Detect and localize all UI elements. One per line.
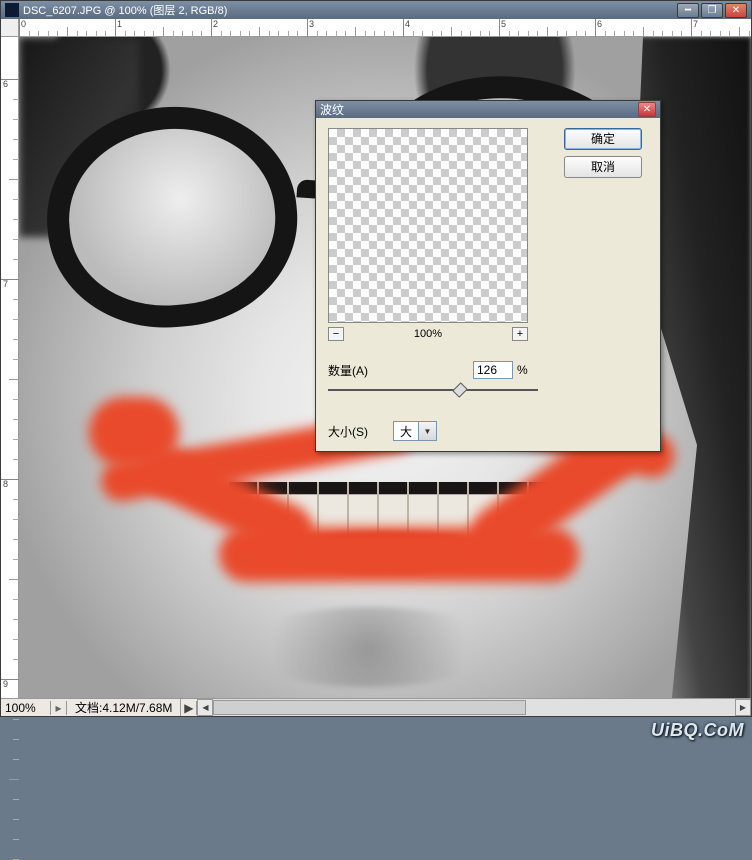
zoom-level[interactable]: 100% bbox=[1, 701, 51, 715]
amount-input[interactable] bbox=[473, 361, 513, 379]
watermark-logo: UiBQ.CoM bbox=[651, 720, 744, 741]
amount-label: 数量(A) bbox=[328, 362, 388, 379]
dialog-titlebar[interactable]: 波纹 ✕ bbox=[316, 101, 660, 118]
scroll-right-icon[interactable]: ▶ bbox=[735, 699, 751, 716]
status-bar: 100% ▸ 文档:4.12M/7.68M ▶ ◀ ▶ bbox=[1, 698, 751, 716]
scroll-left-icon[interactable]: ◀ bbox=[197, 699, 213, 716]
size-label: 大小(S) bbox=[328, 423, 388, 440]
minimize-button[interactable]: ━ bbox=[677, 3, 699, 18]
horizontal-scrollbar[interactable]: ◀ ▶ bbox=[197, 699, 751, 716]
zoom-out-button[interactable]: − bbox=[328, 327, 344, 341]
chevron-down-icon[interactable]: ▼ bbox=[418, 422, 436, 440]
ok-button[interactable]: 确定 bbox=[564, 128, 642, 150]
ruler-origin[interactable] bbox=[1, 19, 19, 37]
size-select-value: 大 bbox=[394, 423, 418, 440]
preview-zoom-label: 100% bbox=[344, 328, 512, 340]
scroll-track[interactable] bbox=[213, 699, 735, 716]
cancel-button[interactable]: 取消 bbox=[564, 156, 642, 178]
zoom-in-button[interactable]: + bbox=[512, 327, 528, 341]
document-size: 文档:4.12M/7.68M bbox=[67, 699, 181, 716]
window-title: DSC_6207.JPG @ 100% (图层 2, RGB/8) bbox=[23, 2, 677, 18]
dialog-close-button[interactable]: ✕ bbox=[638, 102, 656, 117]
ruler-horizontal[interactable]: 01234567 bbox=[19, 19, 751, 37]
ripple-dialog: 波纹 ✕ − 100% + 数量(A) % 大小(S) 大 bbox=[315, 100, 661, 452]
size-select[interactable]: 大 ▼ bbox=[393, 421, 437, 441]
status-menu-arrow-icon[interactable]: ▶ bbox=[181, 701, 197, 715]
dialog-title: 波纹 bbox=[320, 101, 638, 118]
amount-unit: % bbox=[517, 363, 528, 377]
amount-slider[interactable] bbox=[328, 381, 538, 399]
scroll-thumb[interactable] bbox=[213, 700, 526, 715]
status-play-icon[interactable]: ▸ bbox=[51, 701, 67, 715]
ruler-vertical[interactable]: 6789 bbox=[1, 19, 19, 698]
app-icon bbox=[5, 3, 19, 17]
maximize-button[interactable]: ❐ bbox=[701, 3, 723, 18]
filter-preview[interactable] bbox=[328, 128, 528, 323]
window-close-button[interactable]: ✕ bbox=[725, 3, 747, 18]
